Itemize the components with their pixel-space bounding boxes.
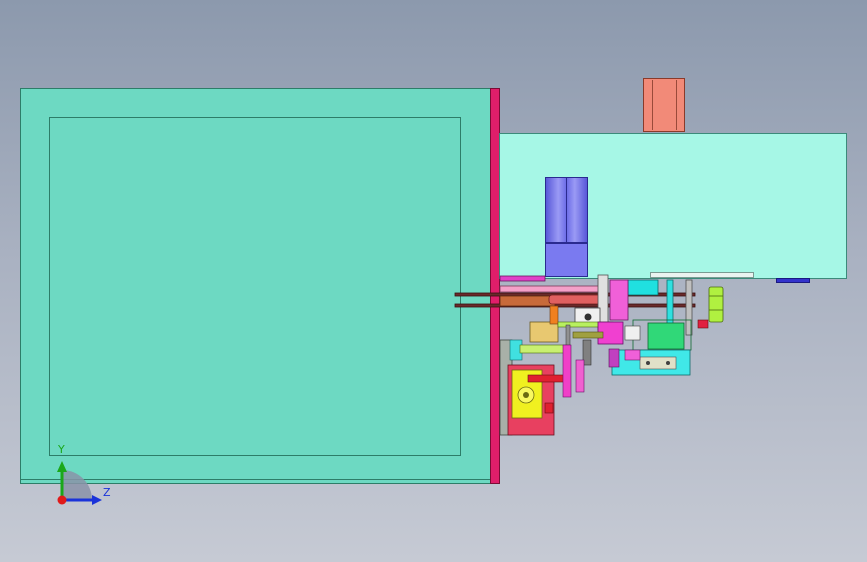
coordinate-triad — [57, 461, 102, 505]
z-axis-label: Z — [103, 486, 111, 499]
y-axis-label: Y — [58, 443, 65, 456]
